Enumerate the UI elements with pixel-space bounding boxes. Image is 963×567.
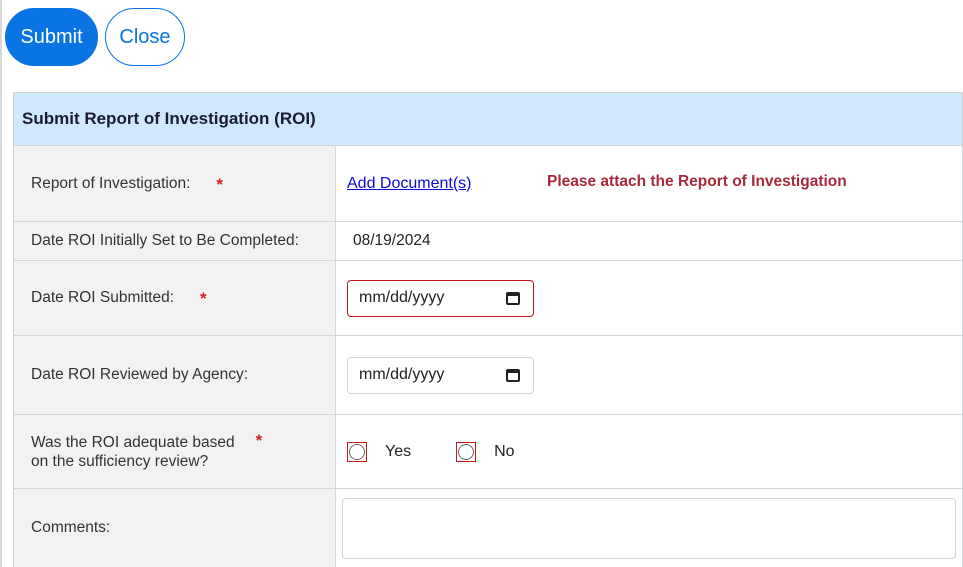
reviewed-date-label: Date ROI Reviewed by Agency: [31, 366, 249, 383]
form-title: Submit Report of Investigation (ROI) [22, 109, 316, 128]
form-header: Submit Report of Investigation (ROI) [14, 93, 962, 146]
roi-form-panel: Submit Report of Investigation (ROI) Rep… [13, 92, 963, 567]
radio-yes-label[interactable]: Yes [385, 443, 411, 461]
submitted-date-input[interactable]: mm/dd/yyyy [347, 279, 534, 317]
value-cell: Yes No [336, 415, 962, 488]
add-documents-link[interactable]: Add Document(s) [347, 175, 472, 193]
adequacy-label-wrap: Was the ROI adequate based on the suffic… [31, 430, 263, 471]
label-cell: Date ROI Initially Set to Be Completed: [14, 222, 336, 260]
calendar-icon[interactable] [506, 291, 520, 305]
adequacy-label-line2: on the sufficiency review? [31, 452, 209, 470]
top-action-bar: Submit Close [5, 8, 185, 66]
row-reviewed-date: Date ROI Reviewed by Agency: mm/dd/yyyy [14, 336, 962, 415]
initial-date-value: 08/19/2024 [353, 232, 431, 249]
label-cell: Was the ROI adequate based on the suffic… [14, 415, 336, 488]
value-cell: mm/dd/yyyy [336, 336, 962, 414]
initial-date-label: Date ROI Initially Set to Be Completed: [31, 232, 299, 249]
radio-no-label[interactable]: No [494, 443, 514, 461]
calendar-icon[interactable] [506, 368, 520, 382]
row-report-of-investigation: Report of Investigation: * Add Document(… [14, 146, 962, 222]
label-cell: Report of Investigation: * [14, 146, 336, 221]
value-cell: Add Document(s) Please attach the Report… [336, 146, 962, 221]
label-cell: Comments: [14, 489, 336, 567]
submit-button[interactable]: Submit [5, 8, 98, 66]
adequacy-label-line1: Was the ROI adequate based [31, 433, 235, 451]
row-submitted-date: Date ROI Submitted: * mm/dd/yyyy [14, 261, 962, 336]
row-comments: Comments: [14, 489, 962, 567]
page-left-border [0, 0, 2, 567]
row-initial-date: Date ROI Initially Set to Be Completed: … [14, 222, 962, 261]
value-cell [336, 489, 962, 567]
required-indicator: * [200, 289, 207, 308]
comments-textarea[interactable] [342, 497, 956, 559]
radio-circle-icon [349, 443, 365, 460]
date-placeholder: mm/dd/yyyy [359, 289, 445, 306]
row-roi-adequacy: Was the ROI adequate based on the suffic… [14, 415, 962, 489]
report-label: Report of Investigation: [31, 174, 191, 192]
label-cell: Date ROI Reviewed by Agency: [14, 336, 336, 414]
submitted-date-label: Date ROI Submitted: [31, 289, 175, 306]
comments-label: Comments: [31, 519, 111, 536]
label-cell: Date ROI Submitted: * [14, 261, 336, 335]
date-placeholder: mm/dd/yyyy [359, 366, 445, 383]
adequacy-label: Was the ROI adequate based on the suffic… [31, 433, 235, 471]
radio-yes[interactable] [347, 441, 367, 462]
close-button[interactable]: Close [105, 8, 185, 66]
value-cell: mm/dd/yyyy [336, 261, 962, 335]
radio-circle-icon [458, 443, 475, 460]
adequacy-radio-group: Yes No [347, 441, 560, 462]
required-indicator: * [255, 430, 263, 450]
radio-no[interactable] [456, 441, 477, 462]
reviewed-date-input[interactable]: mm/dd/yyyy [347, 356, 534, 394]
value-cell: 08/19/2024 [336, 222, 962, 260]
required-indicator: * [216, 174, 224, 194]
attachment-error-message: Please attach the Report of Investigatio… [547, 173, 847, 190]
